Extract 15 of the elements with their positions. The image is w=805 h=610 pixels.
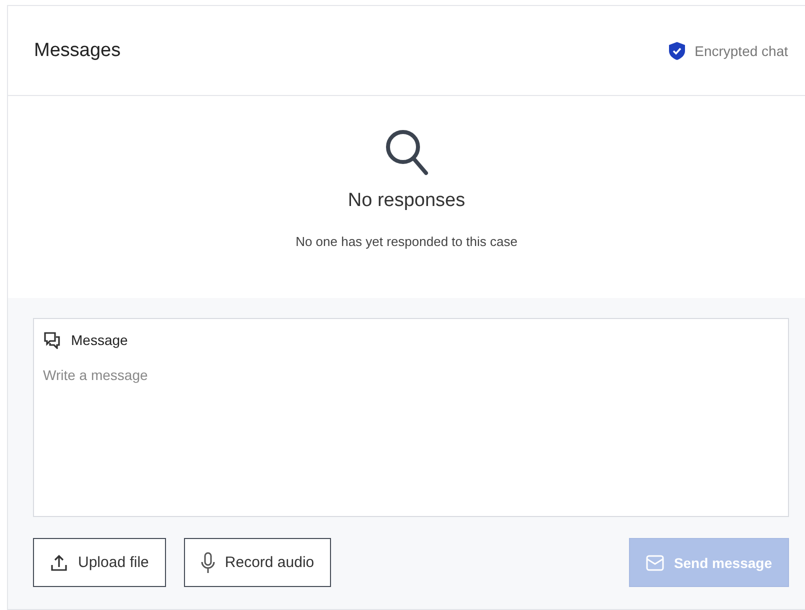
shield-check-icon [668,42,685,60]
upload-icon [50,554,68,572]
message-box[interactable]: Message Write a message [33,318,789,517]
empty-title: No responses [348,190,466,212]
encrypted-label: Encrypted chat [694,42,788,58]
panel-title: Messages [34,40,121,62]
microphone-icon [200,552,215,574]
chat-bubbles-icon [43,331,61,349]
message-label: Message [71,332,128,348]
envelope-icon [646,554,664,570]
message-field[interactable]: Write a message [43,367,779,504]
upload-button[interactable]: Upload file [33,538,166,587]
search-icon [384,128,430,176]
empty-text: No one has yet responded to this case [296,234,518,249]
record-button[interactable]: Record audio [184,538,332,587]
